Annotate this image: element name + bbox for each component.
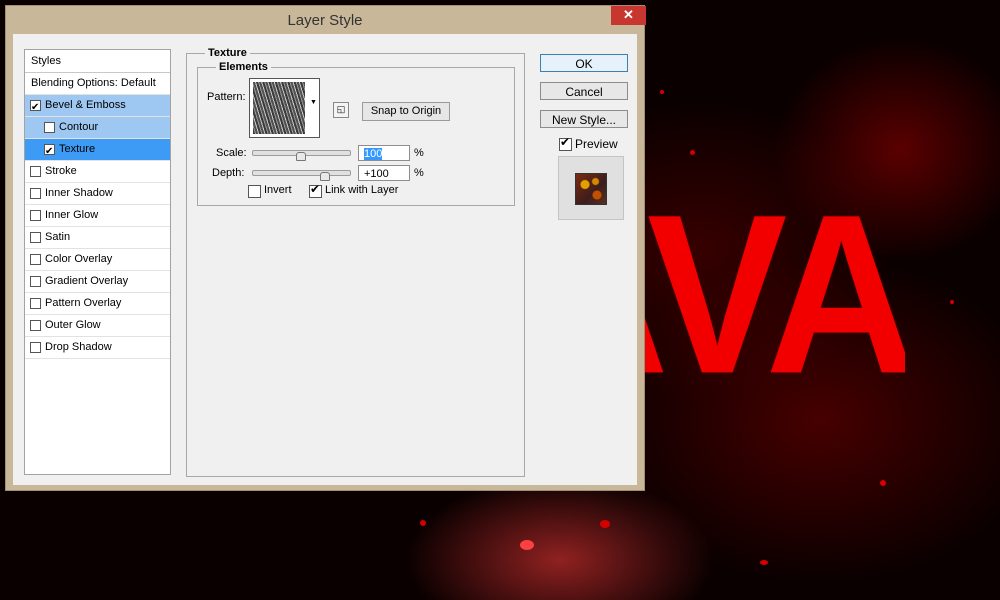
pattern-dropdown-button[interactable]: ▼ xyxy=(308,78,320,138)
style-item-texture[interactable]: Texture xyxy=(25,139,170,162)
depth-slider-track[interactable] xyxy=(252,170,351,176)
style-item-label: Texture xyxy=(59,143,96,155)
style-item-inner-shadow[interactable]: Inner Shadow xyxy=(25,183,170,205)
style-item-label: Satin xyxy=(45,231,71,243)
style-item-label: Bevel & Emboss xyxy=(45,99,126,111)
dropdown-arrow-icon: ▼ xyxy=(310,99,317,106)
style-item-contour[interactable]: Contour xyxy=(25,117,170,139)
invert-checkbox[interactable] xyxy=(248,185,261,198)
lava-speck xyxy=(950,300,954,304)
layer-style-dialog: Layer Style ✕ Styles Blending Options: D… xyxy=(5,5,646,491)
lava-speck xyxy=(660,90,664,94)
style-item-satin[interactable]: Satin xyxy=(25,227,170,249)
lava-text-layer: AVA xyxy=(605,192,905,382)
lava-speck xyxy=(600,520,610,528)
style-preview-swatch xyxy=(575,173,607,205)
depth-value: +100 xyxy=(364,168,389,180)
lava-speck xyxy=(520,540,534,550)
bevel-emboss-checkbox[interactable] xyxy=(30,97,41,118)
scale-input[interactable]: 100 xyxy=(358,145,410,161)
gradient-overlay-checkbox[interactable] xyxy=(30,276,41,287)
inner-glow-checkbox[interactable] xyxy=(30,210,41,221)
blending-options-label: Blending Options: Default xyxy=(31,77,156,89)
outer-glow-checkbox[interactable] xyxy=(30,320,41,331)
inner-shadow-checkbox[interactable] xyxy=(30,188,41,199)
texture-group-title: Texture xyxy=(205,47,250,59)
style-item-outer-glow[interactable]: Outer Glow xyxy=(25,315,170,337)
elements-group-title: Elements xyxy=(216,61,271,73)
style-item-bevel-emboss[interactable]: Bevel & Emboss xyxy=(25,95,170,118)
style-item-drop-shadow[interactable]: Drop Shadow xyxy=(25,337,170,359)
blending-options-item[interactable]: Blending Options: Default xyxy=(25,73,170,95)
title-bar[interactable]: Layer Style ✕ xyxy=(6,6,646,34)
style-item-color-overlay[interactable]: Color Overlay xyxy=(25,249,170,271)
scale-value: 100 xyxy=(364,148,383,160)
invert-label: Invert xyxy=(264,184,292,196)
satin-checkbox[interactable] xyxy=(30,232,41,243)
pattern-overlay-checkbox[interactable] xyxy=(30,298,41,309)
style-item-stroke[interactable]: Stroke xyxy=(25,161,170,183)
link-with-layer-checkbox[interactable] xyxy=(309,182,322,198)
lava-speck xyxy=(690,150,695,155)
preview-label: Preview xyxy=(575,137,618,151)
styles-list: Styles Blending Options: Default Bevel &… xyxy=(24,49,171,475)
snap-to-origin-button[interactable]: Snap to Origin xyxy=(362,102,450,121)
new-preset-button[interactable]: ◱ xyxy=(333,102,349,118)
new-preset-icon: ◱ xyxy=(336,104,346,114)
pattern-label: Pattern: xyxy=(207,91,246,103)
texture-checkbox[interactable] xyxy=(44,141,55,162)
close-button[interactable]: ✕ xyxy=(611,6,646,25)
pattern-preview xyxy=(253,82,305,134)
lava-speck xyxy=(760,560,768,565)
preview-checkbox[interactable] xyxy=(559,135,572,151)
link-with-layer-label: Link with Layer xyxy=(325,184,399,196)
texture-panel: Texture Elements Pattern: ▼ ◱ Snap to Or… xyxy=(186,47,525,477)
style-item-label: Drop Shadow xyxy=(45,341,112,353)
color-overlay-checkbox[interactable] xyxy=(30,254,41,265)
lava-text: AVA xyxy=(605,192,905,382)
scale-unit: % xyxy=(414,147,424,159)
style-item-label: Gradient Overlay xyxy=(45,275,129,287)
stroke-checkbox[interactable] xyxy=(30,166,41,177)
pattern-picker[interactable] xyxy=(249,78,309,138)
depth-label: Depth: xyxy=(212,167,245,179)
dialog-title: Layer Style xyxy=(287,12,363,29)
new-style-button[interactable]: New Style... xyxy=(540,110,628,128)
style-item-label: Inner Shadow xyxy=(45,187,113,199)
style-item-label: Stroke xyxy=(45,165,77,177)
dialog-client-area: Styles Blending Options: Default Bevel &… xyxy=(13,34,637,485)
scale-label: Scale: xyxy=(216,147,247,159)
style-item-label: Pattern Overlay xyxy=(45,297,122,309)
depth-input[interactable]: +100 xyxy=(358,165,410,181)
styles-header[interactable]: Styles xyxy=(25,50,170,73)
style-item-label: Outer Glow xyxy=(45,319,101,331)
style-item-gradient-overlay[interactable]: Gradient Overlay xyxy=(25,271,170,293)
contour-checkbox[interactable] xyxy=(44,122,55,133)
preview-thumbnail xyxy=(558,156,624,220)
style-item-label: Color Overlay xyxy=(45,253,113,265)
style-item-pattern-overlay[interactable]: Pattern Overlay xyxy=(25,293,170,315)
cancel-button[interactable]: Cancel xyxy=(540,82,628,100)
lava-speck xyxy=(880,480,886,486)
style-item-inner-glow[interactable]: Inner Glow xyxy=(25,205,170,227)
elements-group: Elements Pattern: ▼ ◱ Snap to Origin Sca… xyxy=(197,61,515,206)
drop-shadow-checkbox[interactable] xyxy=(30,342,41,353)
depth-unit: % xyxy=(414,167,424,179)
close-icon: ✕ xyxy=(623,7,634,22)
ok-button[interactable]: OK xyxy=(540,54,628,72)
lava-speck xyxy=(420,520,426,526)
style-item-label: Contour xyxy=(59,121,99,133)
style-item-label: Inner Glow xyxy=(45,209,99,221)
